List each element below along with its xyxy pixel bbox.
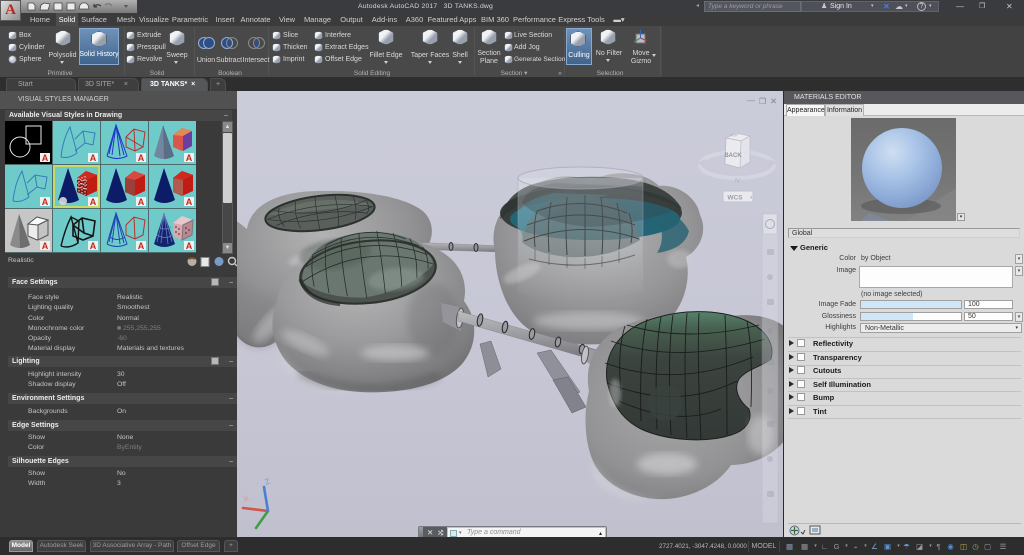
svg-text:BACK: BACK: [724, 153, 742, 159]
svg-text:A: A: [186, 241, 193, 251]
svg-text:A: A: [186, 153, 193, 163]
svg-text:A: A: [138, 197, 145, 207]
svg-text:A: A: [90, 153, 97, 163]
svg-text:A: A: [138, 153, 145, 163]
svg-text:WCS: WCS: [727, 195, 743, 202]
svg-text:A: A: [90, 241, 97, 251]
svg-text:—: —: [747, 96, 755, 105]
svg-text:A: A: [138, 241, 145, 251]
svg-text:✕: ✕: [770, 96, 777, 106]
svg-text:A: A: [42, 241, 49, 251]
svg-text:❐: ❐: [759, 97, 766, 106]
svg-text:TOP: TOP: [730, 133, 738, 138]
svg-text:A: A: [42, 153, 49, 163]
svg-text:A: A: [186, 197, 193, 207]
svg-text:A: A: [42, 197, 49, 207]
svg-text:A: A: [90, 197, 97, 207]
